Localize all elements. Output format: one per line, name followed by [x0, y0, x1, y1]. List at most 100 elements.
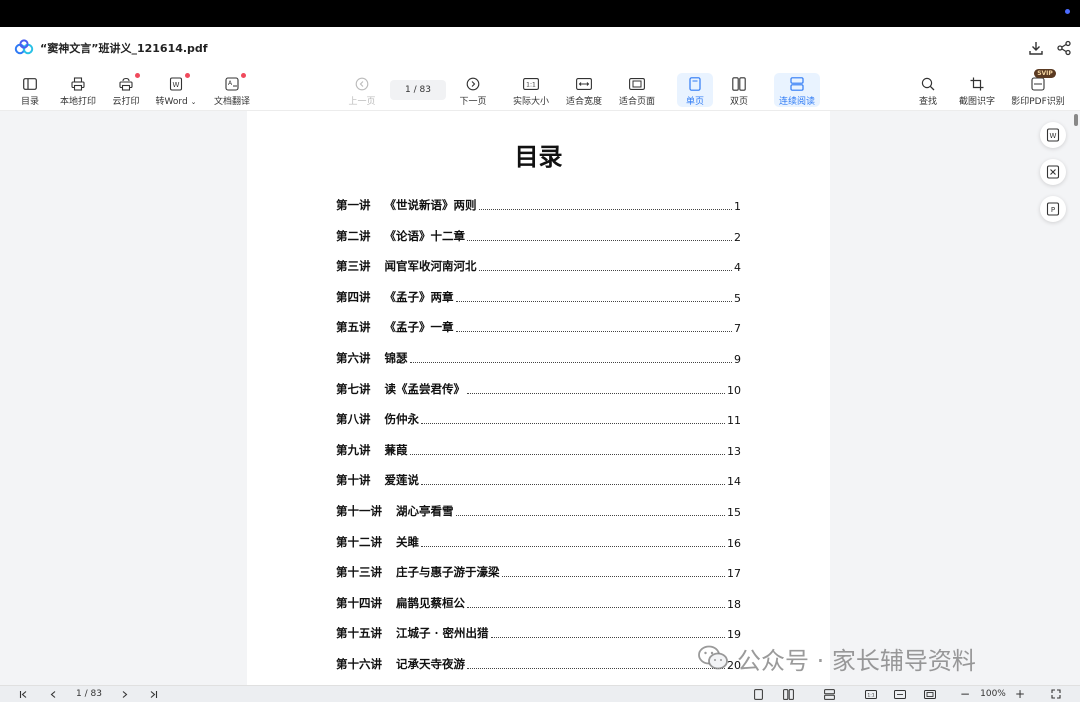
ocr-pdf-button[interactable]: 影印PDF识别 [1008, 73, 1068, 107]
svip-badge: SVIP [1034, 69, 1056, 78]
toc-lecture-number: 第一讲 [336, 198, 371, 212]
toc-leader-dots [467, 392, 725, 394]
zoom-in-button[interactable]: + [1013, 687, 1027, 701]
vertical-scrollbar[interactable] [1074, 114, 1078, 126]
toc-entry[interactable]: 第九讲 蒹葭 13 [336, 442, 741, 458]
doc-translate-button[interactable]: A 文档翻译 [211, 73, 253, 107]
word-icon: W [1046, 128, 1060, 142]
to-word-text: 转Word [155, 97, 188, 107]
convert-to-excel-float-button[interactable] [1040, 159, 1066, 185]
toc-entry[interactable]: 第一讲 《世说新语》两则 1 [336, 197, 741, 213]
toc-entry[interactable]: 第六讲 锦瑟 9 [336, 350, 741, 366]
toc-entry[interactable]: 第十讲 爱莲说 14 [336, 472, 741, 488]
document-viewer[interactable]: 目录 第一讲 《世说新语》两则 1 第二讲 《论语》十二章 2 第三讲 闻官军收河南河北 4 第四… [0, 111, 1072, 685]
toc-entry-title: 锦瑟 [384, 351, 408, 365]
toc-leader-dots [478, 270, 732, 272]
single-page-mode-icon[interactable] [751, 688, 765, 700]
toc-entry[interactable]: 第八讲 伤仲永 11 [336, 411, 741, 427]
continuous-mode-icon[interactable] [821, 688, 837, 700]
toc-lecture-number: 第十三讲 [336, 565, 382, 580]
toc-entry[interactable]: 第十二讲 关雎 16 [336, 534, 741, 550]
last-page-icon[interactable] [146, 688, 160, 700]
toc-entry[interactable]: 第十四讲 扁鹊见蔡桓公 18 [336, 595, 741, 611]
single-page-button[interactable]: 单页 [677, 73, 713, 107]
find-label: 查找 [918, 97, 937, 107]
page-number-input[interactable]: 1 / 83 [390, 80, 446, 100]
wechat-logo-icon [698, 645, 728, 670]
prev-page-button[interactable]: 上一页 [345, 73, 379, 107]
fit-page-button[interactable]: 适合页面 [616, 73, 658, 107]
svg-text:1:1: 1:1 [867, 692, 874, 698]
toc-entry[interactable]: 第四讲 《孟子》两章 5 [336, 289, 741, 305]
cloud-printer-icon [119, 77, 133, 91]
toc-entry[interactable]: 第七讲 读《孟尝君传》 10 [336, 381, 741, 397]
toc-entry-title: 蒹葭 [384, 442, 408, 457]
toc-entry-title: 《孟子》两章 [384, 289, 454, 304]
toc-page-number: 18 [727, 597, 741, 611]
continuous-read-button[interactable]: 连续阅读 [774, 73, 820, 107]
toc-leader-dots [490, 637, 725, 639]
continuous-read-icon [790, 76, 804, 91]
toc-entry-title: 《世说新语》两则 [384, 198, 477, 212]
toc-entry-title: 《孟子》一章 [384, 320, 454, 335]
double-page-mode-icon[interactable] [780, 688, 796, 700]
toc-lecture-number: 第十讲 [336, 473, 371, 488]
convert-to-word-float-button[interactable]: W [1040, 122, 1066, 148]
arrow-left-circle-icon [355, 77, 369, 90]
toc-page-number: 10 [727, 383, 741, 397]
actual-size-button[interactable]: 1:1 实际大小 [509, 73, 553, 107]
prev-page-icon[interactable] [46, 688, 60, 700]
word-doc-icon: W [169, 76, 183, 91]
to-word-button[interactable]: W 转Word ⌄ [153, 73, 199, 107]
crop-icon [970, 77, 984, 90]
toc-entry-title: 爱莲说 [384, 473, 420, 488]
fit-width-button[interactable]: 适合宽度 [563, 73, 605, 107]
pdf-page: 目录 第一讲 《世说新语》两则 1 第二讲 《论语》十二章 2 第三讲 闻官军收河南河北 4 第四… [247, 111, 830, 685]
convert-to-ppt-float-button[interactable]: P [1040, 196, 1066, 222]
cloud-print-button[interactable]: 云打印 [109, 73, 143, 107]
toc-leader-dots [455, 515, 725, 516]
status-bar: 1 / 83 1:1 − 100% + [0, 685, 1080, 702]
toc-entry-title: 记承天寺夜游 [396, 657, 465, 671]
toc-entry-title: 湖心亭看雪 [396, 504, 454, 518]
screenshot-ocr-button[interactable]: 截图识字 [955, 73, 999, 107]
fit-width-icon [576, 77, 592, 90]
single-page-icon [689, 76, 701, 91]
svg-text:W: W [1050, 132, 1057, 140]
fullscreen-icon[interactable] [1049, 688, 1063, 700]
toc-entry-title: 闻官军收河南河北 [384, 259, 477, 274]
actual-size-status-icon[interactable]: 1:1 [863, 688, 879, 700]
toc-entry[interactable]: 第十五讲 江城子 · 密州出猎 19 [336, 625, 741, 641]
toc-entry-title: 伤仲永 [384, 412, 420, 427]
toc-entry[interactable]: 第五讲 《孟子》一章 7 [336, 319, 741, 335]
double-page-button[interactable]: 双页 [722, 73, 756, 107]
toc-lecture-number: 第三讲 [336, 259, 371, 274]
share-icon[interactable] [1055, 39, 1073, 57]
zoom-out-button[interactable]: − [958, 687, 972, 701]
document-title: “窦神文言”班讲义_121614.pdf [40, 42, 208, 55]
toc-entry[interactable]: 第三讲 闻官军收河南河北 4 [336, 258, 741, 274]
zoom-level: 100% [980, 689, 1006, 699]
watermark: 公众号 · 家长辅导资料 [697, 640, 976, 676]
toc-button[interactable]: 目录 [14, 73, 46, 107]
first-page-icon[interactable] [16, 688, 30, 700]
toc-entry[interactable]: 第十一讲 湖心亭看雪 15 [336, 503, 741, 519]
cloud-print-badge [135, 73, 140, 78]
toc-page-number: 7 [734, 322, 741, 336]
find-button[interactable]: 查找 [913, 73, 943, 107]
fit-page-status-icon[interactable] [922, 688, 938, 700]
toc-leader-dots [467, 239, 732, 241]
toc-lecture-number: 第八讲 [336, 412, 371, 427]
toc-entry[interactable]: 第二讲 《论语》十二章 2 [336, 228, 741, 244]
local-print-button[interactable]: 本地打印 [56, 73, 100, 107]
next-page-icon[interactable] [117, 688, 131, 700]
toc-entry[interactable]: 第十六讲 记承天寺夜游 20 [336, 656, 741, 672]
fit-width-status-icon[interactable] [892, 688, 908, 700]
download-icon[interactable] [1027, 39, 1045, 57]
toc-leader-dots [421, 484, 725, 486]
next-page-button[interactable]: 下一页 [456, 73, 490, 107]
toc-lecture-number: 第二讲 [336, 228, 371, 243]
app-logo-icon [14, 39, 34, 55]
toc-entry[interactable]: 第十三讲 庄子与惠子游于濠梁 17 [336, 564, 741, 580]
cloud-print-label: 云打印 [112, 97, 140, 107]
